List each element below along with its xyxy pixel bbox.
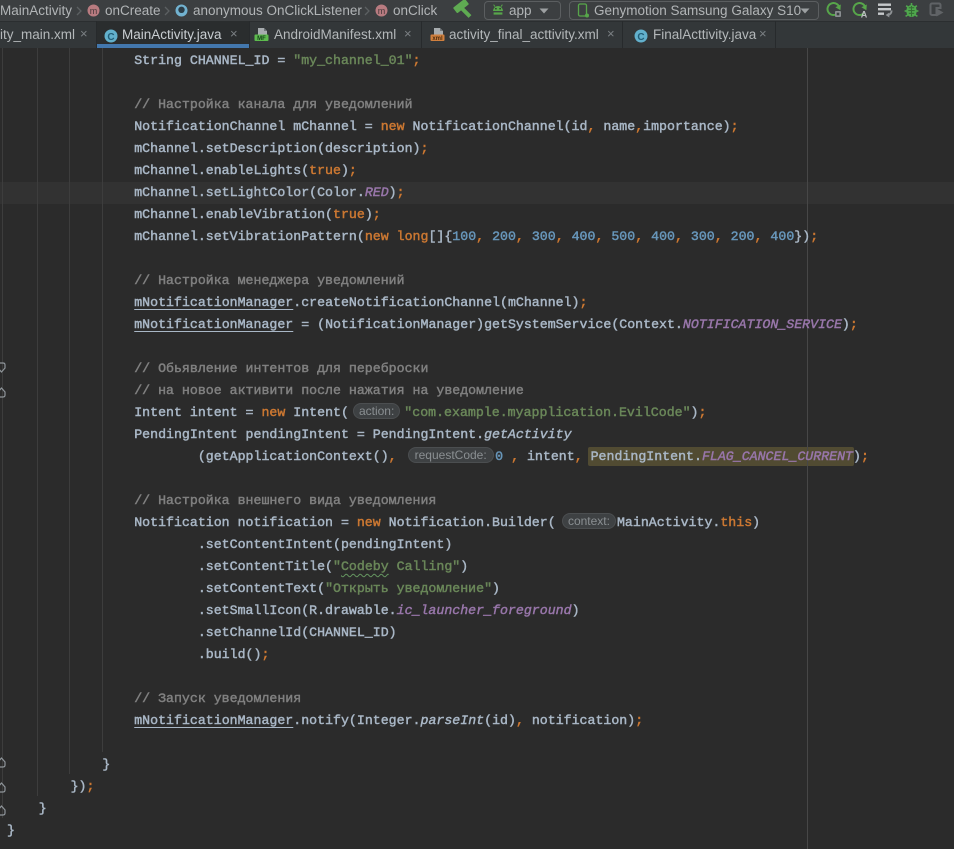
svg-text:C: C <box>107 32 114 43</box>
svg-text:m: m <box>90 6 98 16</box>
svg-text:xml: xml <box>432 36 443 42</box>
svg-text:MF: MF <box>257 36 266 42</box>
svg-text:A: A <box>861 10 868 19</box>
svg-text:m: m <box>378 6 386 16</box>
svg-text:C: C <box>637 32 644 43</box>
